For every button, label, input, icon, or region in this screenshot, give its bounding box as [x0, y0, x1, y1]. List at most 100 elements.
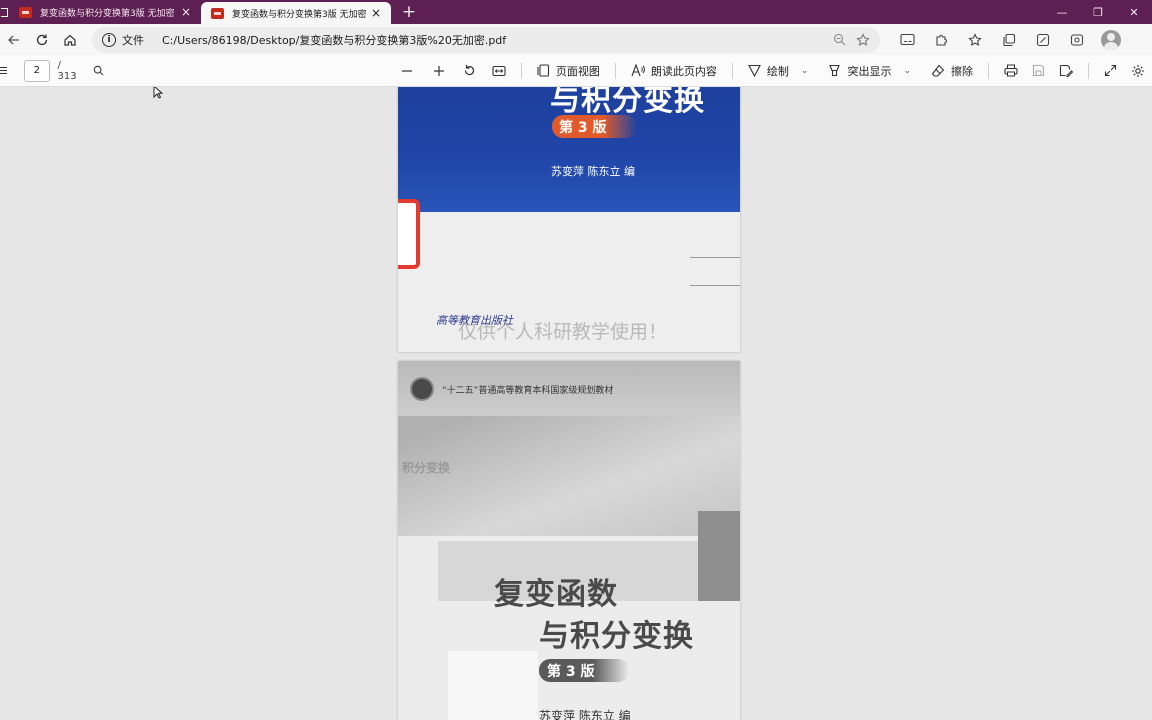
series-caption: “十二五”普通高等教育本科国家级规划教材: [442, 386, 614, 396]
rotate-icon: [464, 65, 474, 76]
pdf-page-1: 与积分变换 第 3 版 苏变萍 陈东立 编 高等教育出版社 仅供个人科研教学使用…: [398, 87, 740, 352]
performance-button[interactable]: [1060, 26, 1094, 54]
toolbar-divider: [520, 62, 522, 79]
new-tab-button[interactable]: +: [397, 0, 421, 24]
series-emblem-icon: [410, 377, 434, 401]
page-number-input[interactable]: 2: [24, 59, 50, 82]
profile-button[interactable]: [1094, 26, 1128, 54]
extensions-button[interactable]: [924, 26, 958, 54]
mouse-cursor-icon: [153, 87, 163, 99]
fullscreen-button[interactable]: [1097, 57, 1124, 85]
zoom-in-button[interactable]: [426, 57, 452, 85]
contents-menu-icon[interactable]: [0, 66, 10, 75]
toolbar-divider: [614, 62, 616, 79]
eraser-icon: [931, 64, 945, 77]
cover-authors: 苏变萍 陈东立 编: [539, 709, 631, 720]
close-tab-icon[interactable]: ×: [369, 6, 383, 20]
rotate-button[interactable]: [456, 57, 483, 85]
close-window-button[interactable]: ✕: [1116, 0, 1152, 24]
erase-button[interactable]: 擦除: [924, 57, 980, 85]
draw-label: 绘制: [766, 64, 789, 78]
pdf-file-icon: [19, 6, 32, 18]
page-view-button[interactable]: 页面视图: [530, 57, 607, 85]
plus-icon: [433, 65, 444, 76]
back-arrow-icon: [8, 35, 19, 44]
minimize-button[interactable]: —: [1044, 0, 1080, 24]
draw-options-chevron-icon[interactable]: ⌄: [801, 66, 809, 76]
tab-strip: 复变函数与积分变换第3版 无加密 × 复变函数与积分变换第3版 无加密 × + …: [0, 0, 1152, 24]
pdf-toolbar: 2 / 313 页面视图 朗读此页内容 绘制 ⌄ 突出显示 ⌄ 擦除: [0, 55, 1152, 87]
save-icon: [1032, 64, 1045, 77]
pdf-viewport[interactable]: 与积分变换 第 3 版 苏变萍 陈东立 编 高等教育出版社 仅供个人科研教学使用…: [0, 87, 1152, 720]
home-button[interactable]: [56, 26, 84, 54]
highlight-label: 突出显示: [847, 64, 892, 78]
toolbar-divider: [1088, 62, 1089, 79]
screenshot-button[interactable]: [1026, 26, 1060, 54]
search-icon[interactable]: [93, 64, 104, 77]
expand-icon: [1104, 64, 1117, 77]
print-button[interactable]: [997, 57, 1025, 85]
cover-title-line-2: 与积分变换: [539, 619, 694, 654]
restore-button[interactable]: ❐: [1080, 0, 1116, 24]
add-favorite-icon[interactable]: [856, 32, 870, 47]
cover-title-line-1: 复变函数: [494, 577, 618, 612]
save-as-icon: [1059, 64, 1073, 77]
tab-actions-icon[interactable]: [0, 0, 9, 24]
pdf-file-icon: [211, 7, 224, 19]
pdf-page-2: “十二五”普通高等教育本科国家级规划教材 积分变换 复变函数 与积分变换 第 3…: [398, 361, 740, 720]
tab-title: 复变函数与积分变换第3版 无加密: [40, 8, 175, 19]
cover-graphic: [398, 416, 740, 536]
library-stamp: [398, 199, 420, 269]
toolbar-divider: [731, 62, 733, 79]
draw-pen-icon: [747, 64, 761, 77]
show-through-text: 积分变换: [402, 461, 451, 475]
web-capture-icon: [1036, 33, 1050, 46]
edition-badge: 第 3 版: [539, 659, 629, 682]
minus-icon: [401, 69, 412, 72]
puzzle-icon: [936, 34, 947, 46]
browser-tab-1[interactable]: 复变函数与积分变换第3版 无加密 ×: [9, 0, 201, 24]
save-as-button[interactable]: [1052, 57, 1080, 85]
read-aloud-label: 朗读此页内容: [650, 64, 717, 78]
draw-button[interactable]: 绘制 ⌄: [741, 57, 816, 85]
reading-view-button[interactable]: [890, 26, 924, 54]
address-scheme-label: 文件: [122, 33, 144, 47]
edition-badge: 第 3 版: [552, 115, 637, 138]
favorites-button[interactable]: [958, 26, 992, 54]
cover-rule: [690, 285, 740, 286]
window-controls: — ❐ ✕: [1044, 0, 1152, 24]
zoom-icon[interactable]: [833, 33, 846, 46]
read-aloud-icon: [631, 64, 645, 77]
page-view-label: 页面视图: [555, 64, 600, 78]
address-url[interactable]: C:/Users/86198/Desktop/复变函数与积分变换第3版%20无加…: [162, 32, 833, 48]
fit-width-icon: [492, 65, 506, 76]
avatar: [1101, 29, 1121, 50]
toolbar-divider: [988, 62, 989, 79]
tab-title: 复变函数与积分变换第3版 无加密: [232, 9, 367, 20]
address-bar[interactable]: i 文件 C:/Users/86198/Desktop/复变函数与积分变换第3版…: [92, 26, 880, 53]
print-icon: [1004, 64, 1018, 77]
zoom-out-button[interactable]: [394, 57, 420, 85]
site-info-icon[interactable]: i: [102, 32, 116, 47]
pdf-settings-button[interactable]: [1124, 57, 1152, 85]
collections-button[interactable]: [992, 26, 1026, 54]
erase-label: 擦除: [951, 64, 973, 78]
home-icon: [64, 34, 76, 46]
refresh-icon: [36, 34, 48, 45]
browser-tab-2[interactable]: 复变函数与积分变换第3版 无加密 ×: [201, 2, 391, 24]
refresh-button[interactable]: [28, 26, 56, 54]
read-aloud-button[interactable]: 朗读此页内容: [624, 57, 724, 85]
highlight-button[interactable]: 突出显示 ⌄: [821, 57, 918, 85]
cover-graphic: [448, 651, 538, 720]
fit-page-button[interactable]: [485, 57, 513, 85]
close-tab-icon[interactable]: ×: [179, 5, 193, 19]
highlighter-icon: [829, 64, 841, 77]
favorites-star-icon: [968, 32, 982, 46]
watermark-text: 仅供个人科研教学使用！: [458, 321, 668, 343]
back-button[interactable]: [0, 26, 28, 54]
reading-view-icon: [899, 33, 915, 46]
save-button[interactable]: [1025, 57, 1052, 85]
highlight-options-chevron-icon[interactable]: ⌄: [903, 66, 911, 76]
cover-authors: 苏变萍 陈东立 编: [551, 165, 635, 178]
page-view-icon: [537, 64, 549, 77]
